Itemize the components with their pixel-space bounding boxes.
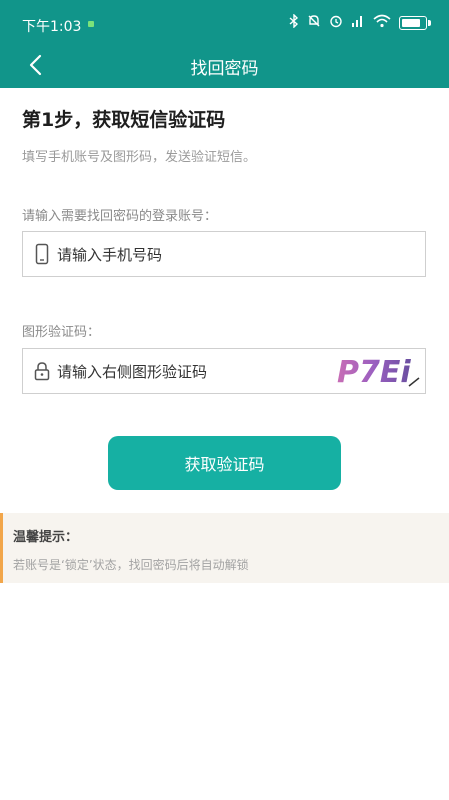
captcha-label: 图形验证码： — [22, 325, 101, 340]
captcha-input[interactable]: 请输入右侧图形验证码 P7Ei — [22, 348, 426, 394]
wifi-icon — [373, 14, 391, 32]
lock-icon — [31, 361, 53, 381]
nav-bar: 找回密码 — [0, 44, 449, 88]
get-code-button[interactable]: 获取验证码 — [108, 436, 341, 490]
captcha-text: P7Ei — [337, 355, 411, 390]
signal-icon — [351, 14, 365, 32]
top-bar: 下午1:03 找回密码 — [0, 0, 449, 88]
step-description: 填写手机账号及图形码，发送验证短信。 — [22, 150, 257, 165]
step-title: 第1步，获取短信验证码 — [22, 109, 226, 131]
account-label: 请输入需要找回密码的登录账号： — [22, 209, 218, 224]
phone-input[interactable]: 请输入手机号码 — [22, 231, 426, 277]
phone-input-placeholder: 请输入手机号码 — [57, 245, 163, 264]
page-title: 找回密码 — [190, 59, 259, 79]
captcha-input-placeholder: 请输入右侧图形验证码 — [57, 362, 208, 381]
phone-icon — [31, 243, 53, 265]
notification-dot-icon — [88, 21, 94, 27]
alarm-icon — [329, 14, 343, 32]
mute-bell-icon — [307, 14, 321, 32]
status-time: 下午1:03 — [22, 19, 82, 35]
status-bar: 下午1:03 — [0, 0, 449, 44]
captcha-image[interactable]: P7Ei — [335, 352, 421, 390]
bluetooth-icon — [289, 13, 299, 32]
tips-panel: 温馨提示： 若账号是‘锁定’状态，找回密码后将自动解锁 — [0, 513, 449, 583]
tips-title: 温馨提示： — [13, 530, 79, 545]
tips-text: 若账号是‘锁定’状态，找回密码后将自动解锁 — [13, 558, 249, 572]
battery-icon — [399, 16, 431, 30]
status-icons — [289, 13, 431, 32]
